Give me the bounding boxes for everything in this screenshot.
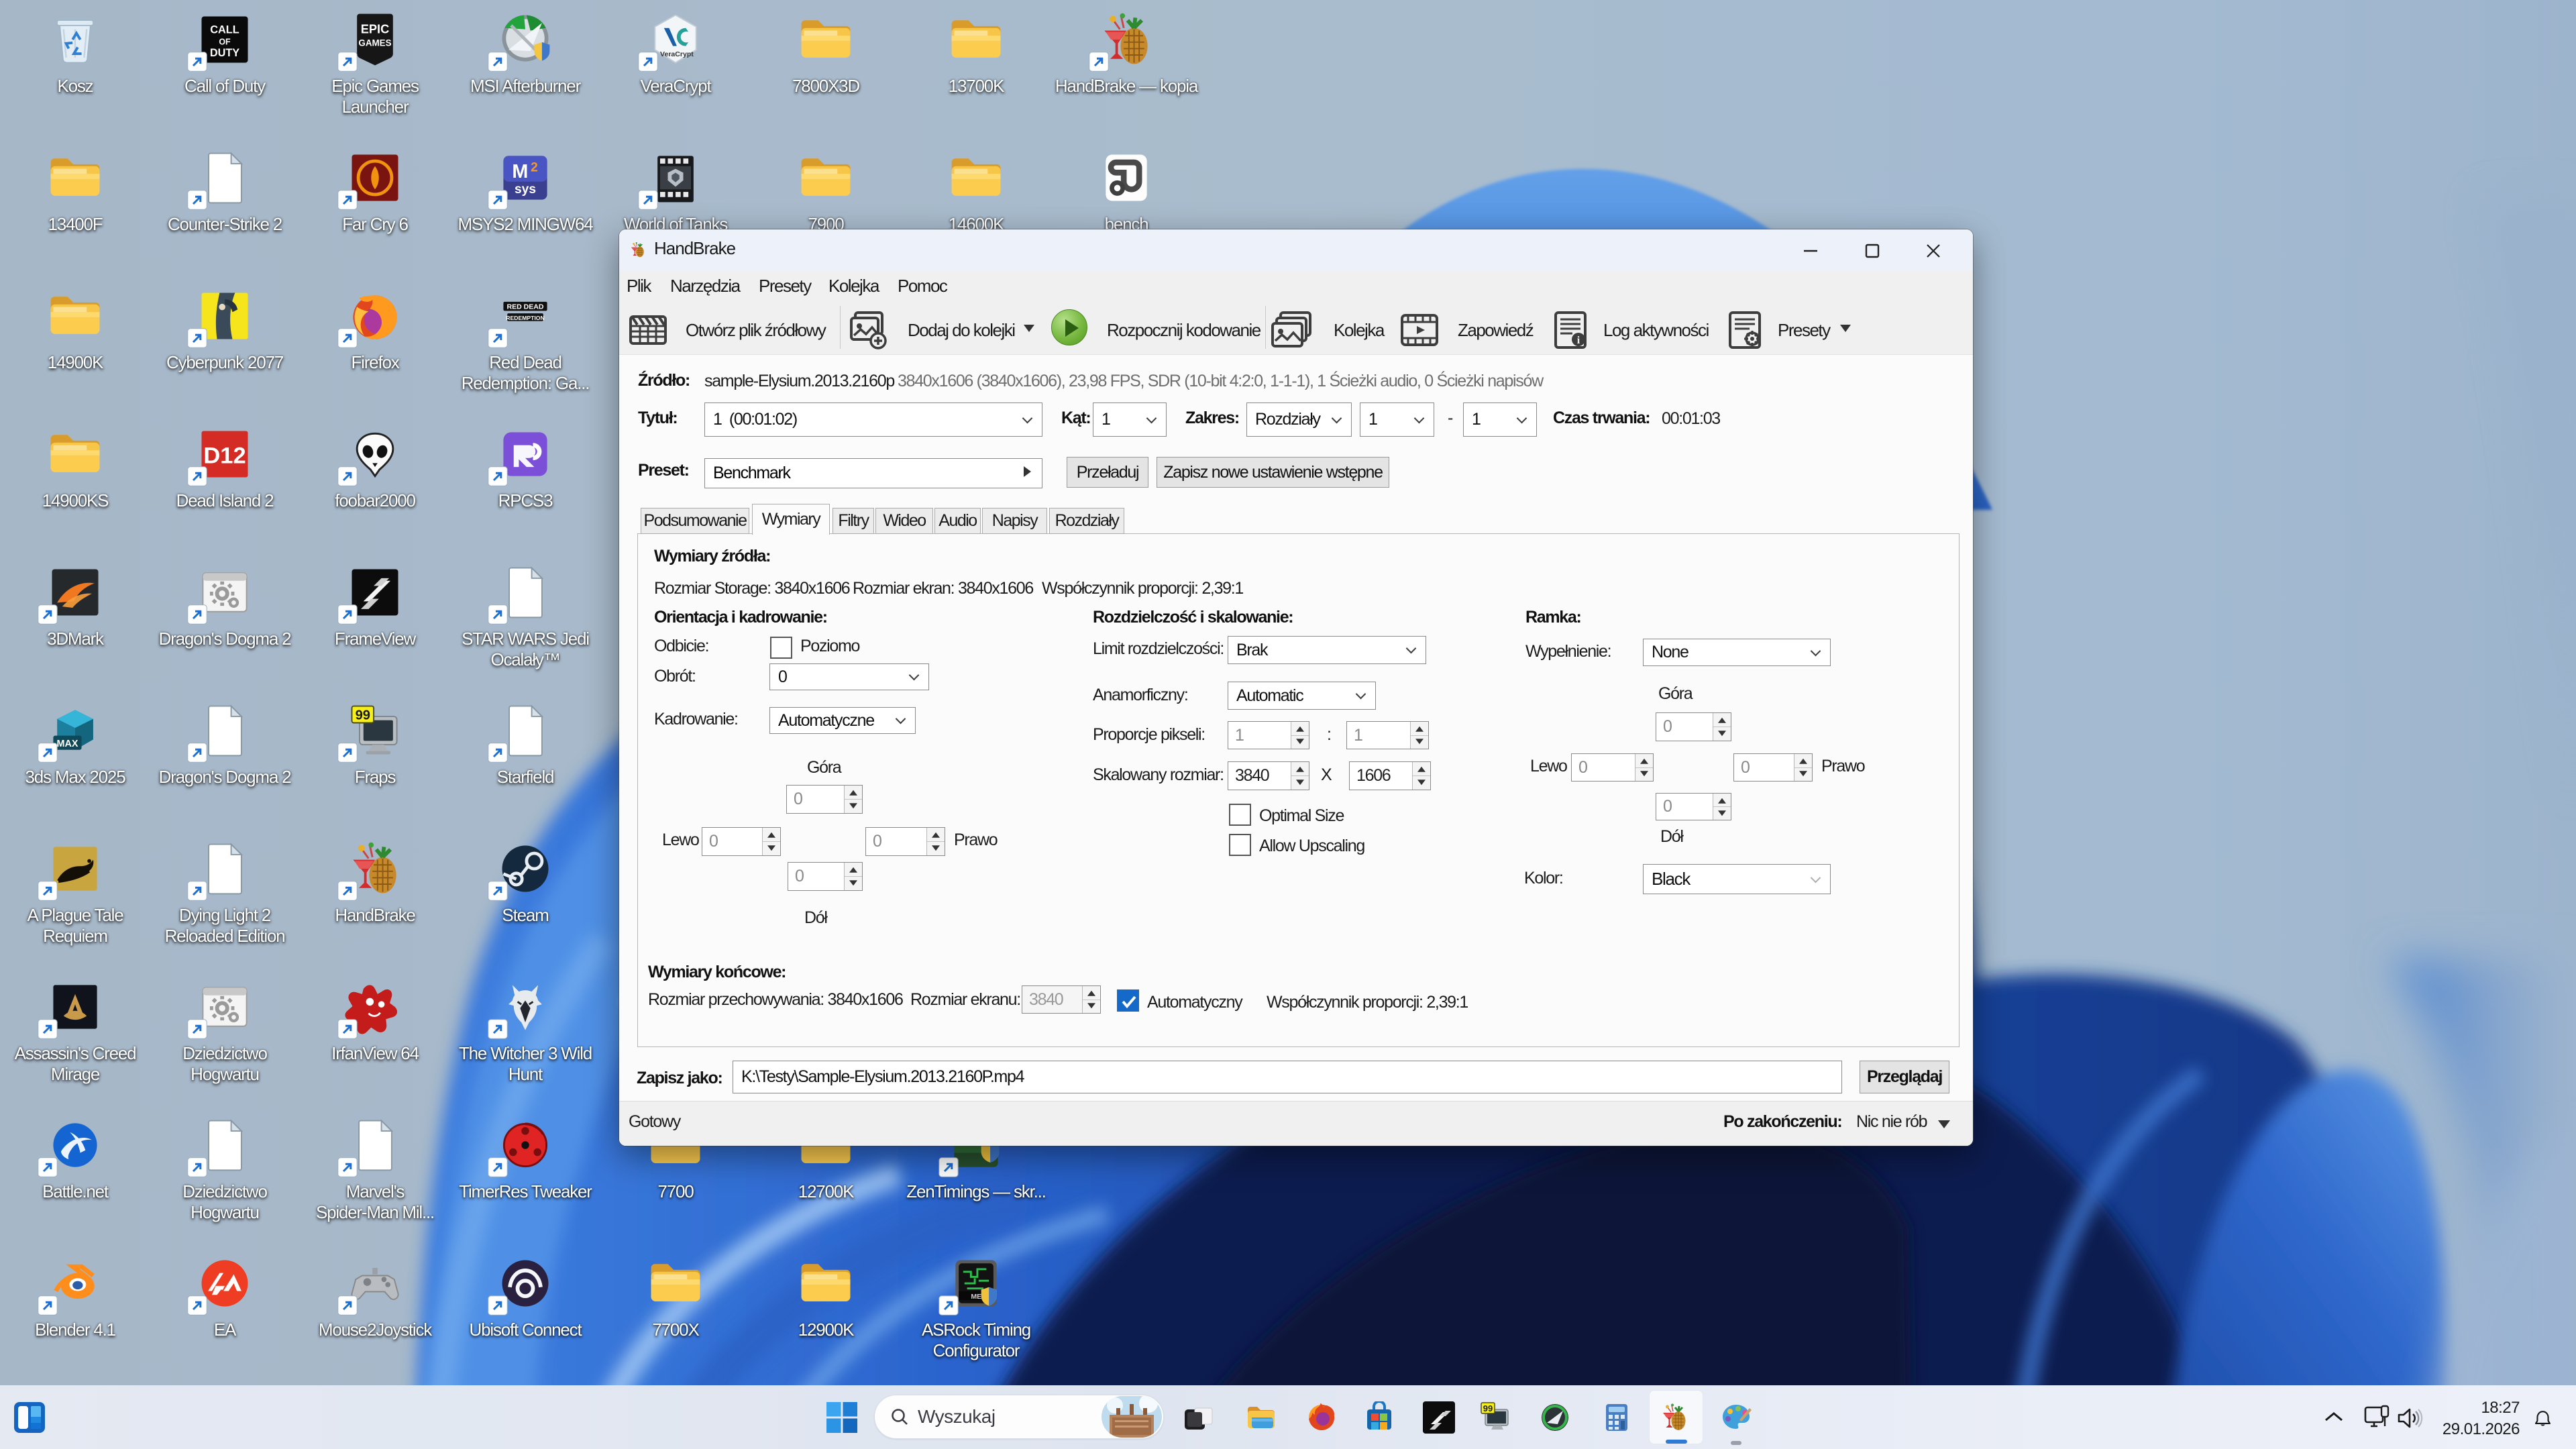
svg-text:MAX: MAX bbox=[57, 739, 78, 749]
svg-text:M: M bbox=[512, 161, 528, 182]
svg-text:99: 99 bbox=[356, 708, 370, 723]
svg-text:i: i bbox=[1577, 335, 1580, 346]
svg-text:DUTY: DUTY bbox=[210, 47, 239, 59]
svg-text:2: 2 bbox=[531, 160, 538, 174]
svg-text:EPIC: EPIC bbox=[361, 22, 389, 36]
svg-text:REDEMPTION: REDEMPTION bbox=[506, 315, 544, 321]
svg-text:99: 99 bbox=[1483, 1403, 1493, 1413]
svg-text:OF: OF bbox=[219, 38, 231, 47]
svg-text:sys: sys bbox=[515, 182, 536, 197]
svg-text:VeraCrypt: VeraCrypt bbox=[660, 50, 694, 58]
svg-text:GAMES: GAMES bbox=[358, 38, 391, 48]
svg-text:RED DEAD: RED DEAD bbox=[506, 303, 543, 311]
svg-text:CALL: CALL bbox=[210, 23, 239, 36]
svg-text:D12: D12 bbox=[203, 443, 246, 468]
